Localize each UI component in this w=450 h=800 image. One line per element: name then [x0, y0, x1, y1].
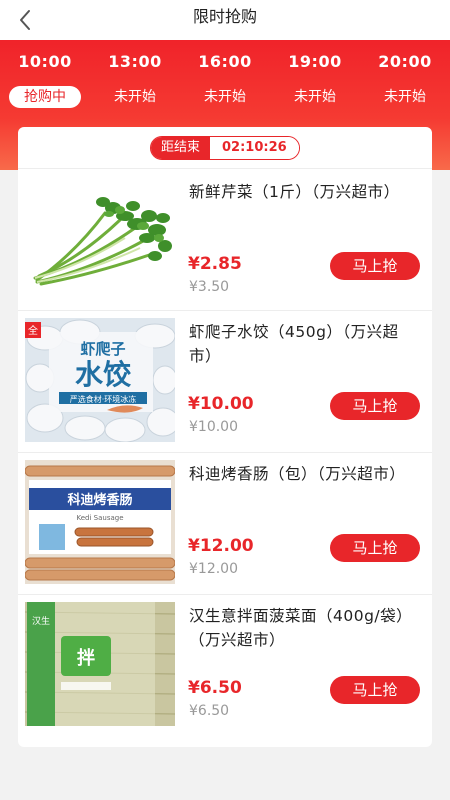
sale-price: ¥10.00	[188, 394, 254, 414]
divider	[18, 310, 432, 311]
timeslot-time: 19:00	[288, 52, 342, 71]
brand-text: 汉生	[32, 615, 50, 627]
timeslot-status: 未开始	[114, 89, 156, 105]
page-title: 限时抢购	[192, 7, 257, 26]
timeslot-tab[interactable]: 19:00 未开始	[270, 48, 360, 120]
top-bar: 限时抢购	[0, 0, 450, 40]
product-name: 虾爬子水饺（450g）（万兴超市）	[189, 323, 399, 365]
brand-text: 科迪烤香肠	[67, 492, 132, 508]
timeslot-tabs: 10:00 抢购中 13:00 未开始 16:00 未开始 19:00 未开始 …	[0, 48, 450, 120]
product-item[interactable]: 汉生 拌 汉生意拌面菠菜面（400g/袋）（万兴超市） ¥6.50 ¥6.50 …	[18, 602, 432, 744]
timeslot-time: 20:00	[378, 52, 432, 71]
divider	[18, 594, 432, 595]
timeslot-status: 抢购中	[9, 86, 81, 108]
countdown-label: 距结束	[151, 137, 211, 159]
product-item[interactable]: 新鲜芹菜（1斤）（万兴超市） ¥2.85 ¥3.50 马上抢	[18, 178, 432, 320]
timeslot-tab[interactable]: 10:00 抢购中	[0, 48, 90, 120]
buy-now-button[interactable]: 马上抢	[330, 392, 420, 420]
product-text: 水饺	[75, 358, 132, 391]
original-price: ¥12.00	[189, 561, 238, 577]
buy-now-button[interactable]: 马上抢	[330, 534, 420, 562]
brand-text: 虾爬子	[80, 340, 125, 358]
sale-price: ¥6.50	[188, 678, 242, 698]
tagline-text: 严选食材·环境冰冻	[70, 394, 137, 404]
divider	[18, 452, 432, 453]
product-name: 科迪烤香肠（包）（万兴超市）	[189, 465, 406, 483]
timeslot-tab[interactable]: 20:00 未开始	[360, 48, 450, 120]
timeslot-status: 未开始	[294, 89, 336, 105]
product-text: 拌	[77, 647, 95, 669]
corner-text: 全	[28, 324, 38, 337]
timeslot-tab[interactable]: 13:00 未开始	[90, 48, 180, 120]
original-price: ¥3.50	[189, 279, 230, 295]
product-name: 新鲜芹菜（1斤）（万兴超市）	[189, 183, 400, 201]
timeslot-time: 16:00	[198, 52, 252, 71]
divider	[18, 168, 432, 169]
timeslot-status: 未开始	[204, 89, 246, 105]
dumplings-image: 虾爬子 水饺 严选食材·环境冰冻 全	[25, 318, 175, 442]
timeslot-tab[interactable]: 16:00 未开始	[180, 48, 270, 120]
original-price: ¥6.50	[189, 703, 230, 719]
english-text: Kedi Sausage	[76, 514, 123, 522]
buy-now-button[interactable]: 马上抢	[330, 676, 420, 704]
original-price: ¥10.00	[189, 419, 238, 435]
countdown-timer: 距结束 02:10:26	[150, 136, 300, 160]
timeslot-time: 10:00	[18, 52, 72, 71]
product-name: 汉生意拌面菠菜面（400g/袋）（万兴超市）	[189, 607, 413, 649]
sale-price: ¥12.00	[188, 536, 254, 556]
countdown-value: 02:10:26	[210, 137, 299, 159]
product-item[interactable]: 虾爬子 水饺 严选食材·环境冰冻 全 虾爬子水饺（450g）（万兴超市） ¥10…	[18, 318, 432, 460]
noodles-image: 汉生 拌	[25, 602, 175, 726]
product-item[interactable]: 科迪烤香肠 Kedi Sausage 科迪烤香肠（包）（万兴超市） ¥12.00…	[18, 460, 432, 602]
buy-now-button[interactable]: 马上抢	[330, 252, 420, 280]
timeslot-status: 未开始	[384, 89, 426, 105]
sausage-image: 科迪烤香肠 Kedi Sausage	[25, 460, 175, 584]
sale-price: ¥2.85	[188, 254, 242, 274]
celery-image	[25, 178, 175, 302]
timeslot-time: 13:00	[108, 52, 162, 71]
